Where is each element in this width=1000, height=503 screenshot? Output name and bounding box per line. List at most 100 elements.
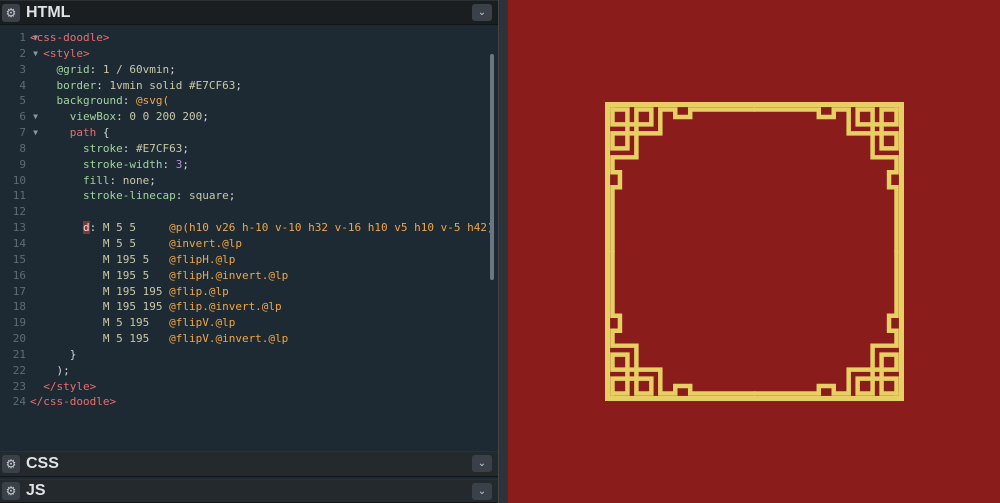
code-token: @flipH.@invert.@lp [169, 268, 289, 282]
chevron-down-icon[interactable]: ⌄ [472, 483, 492, 500]
js-panel-header[interactable]: ⚙ JS ⌄ [0, 479, 498, 503]
code-lines: <css-doodle> <style> @grid: 1 / 60vmin; … [30, 30, 494, 410]
code-token: stroke-linecap [82, 189, 176, 203]
chevron-down-icon[interactable]: ⌄ [472, 4, 492, 21]
code-line: stroke: #E7CF63; [30, 141, 486, 157]
code-token: <css-doodle> [30, 31, 110, 44]
code-line: M 195 195 @flip.@lp [30, 284, 486, 300]
code-line: path { [30, 125, 486, 141]
code-line: <style> [30, 46, 486, 62]
code-line: } [30, 347, 486, 363]
code-token: ; [235, 78, 242, 92]
code-line: d: M 5 5 @p(h10 v26 h-10 v-10 h32 v-16 h… [30, 220, 494, 236]
vertical-scrollbar[interactable] [490, 54, 494, 280]
code-token: 0 0 200 200 [129, 110, 203, 124]
code-token: stroke [82, 141, 123, 155]
code-line: stroke-linecap: square; [30, 188, 486, 204]
code-token: { [96, 126, 110, 140]
chevron-down-icon[interactable]: ⌄ [472, 455, 492, 472]
code-token: @svg( [135, 94, 170, 108]
line-number: 16 [12, 268, 26, 282]
line-number: 17 [12, 284, 26, 298]
line-number: 2 ▼ [19, 46, 38, 60]
line-number: 20 [12, 332, 26, 346]
code-token: stroke-width [82, 157, 163, 171]
code-token: M 5 5 [102, 236, 170, 250]
code-token: ; [149, 173, 156, 187]
ornamental-border-graphic [605, 102, 904, 401]
code-token: : [96, 78, 110, 92]
code-line: ); [30, 363, 486, 379]
code-line: @grid: 1 / 60vmin; [30, 62, 486, 78]
line-number: 6 ▼ [19, 110, 38, 124]
code-line: M 195 195 @flip.@invert.@lp [30, 299, 486, 315]
code-line: M 195 5 @flipH.@lp [30, 252, 486, 268]
code-token: M 5 195 [102, 332, 170, 346]
code-token: @grid [56, 62, 90, 76]
line-number: 7 ▼ [19, 126, 38, 140]
gear-icon[interactable]: ⚙ [2, 482, 20, 500]
code-token: @invert.@lp [169, 236, 242, 250]
code-token: ; [228, 189, 236, 203]
gear-icon[interactable]: ⚙ [2, 3, 20, 22]
code-token: @flip.@lp [169, 284, 229, 298]
css-panel-title: CSS [26, 455, 59, 472]
code-token: : [116, 110, 130, 124]
code-token: : [122, 94, 136, 108]
code-line: border: 1vmin solid #E7CF63; [30, 78, 486, 94]
line-number: 4 [19, 78, 26, 92]
code-token: M 5 5 [102, 221, 170, 235]
code-token: : [162, 157, 176, 171]
html-panel-title: HTML [26, 3, 71, 21]
html-panel-header[interactable]: ⚙ HTML ⌄ [0, 0, 498, 25]
code-token: M 5 195 [102, 316, 170, 330]
code-token: 1vmin solid #E7CF63 [109, 78, 236, 92]
line-number: 5 [19, 94, 26, 108]
line-number: 1 ▼ [19, 31, 38, 44]
preview-pane [508, 0, 1000, 503]
code-line: M 195 5 @flipH.@invert.@lp [30, 268, 486, 284]
code-token: } [69, 347, 77, 361]
code-token: ; [169, 62, 176, 76]
code-token: : [109, 173, 123, 187]
code-token: </style> [43, 379, 97, 393]
line-number: 9 [19, 157, 26, 171]
html-code-editor[interactable]: 1 ▼ 2 ▼ 3 4 5 6 ▼ 7 ▼ 8 9 10 11 12 13 14 15 16 17 18 19 20 21 22 2… [0, 26, 498, 448]
line-number: 21 [12, 347, 26, 361]
gear-icon[interactable]: ⚙ [2, 455, 20, 473]
code-token: @p(h10 v26 h-10 v-10 h32 v-16 h10 v5 h10… [169, 221, 494, 235]
code-line: M 5 195 @flipV.@invert.@lp [30, 331, 486, 347]
code-token: : [122, 141, 136, 155]
code-token: 1 / 60vmin [102, 62, 170, 76]
code-line: M 5 5 @invert.@lp [30, 236, 486, 252]
code-token: @flip.@invert.@lp [169, 300, 282, 314]
code-token: ; [182, 157, 189, 171]
code-line: background: @svg( [30, 93, 486, 109]
code-token: ; [182, 141, 189, 155]
code-line: viewBox: 0 0 200 200; [30, 109, 486, 125]
code-token: M 195 195 [102, 284, 170, 298]
js-panel-title: JS [26, 482, 46, 499]
code-token: : [175, 189, 189, 203]
line-number: 10 [12, 173, 26, 187]
code-token: @flipH.@lp [169, 252, 236, 266]
resize-divider[interactable] [498, 0, 508, 503]
code-token: @flipV.@invert.@lp [169, 332, 289, 346]
outer-border [605, 102, 904, 401]
code-token: border [56, 78, 97, 92]
code-line: </css-doodle> [30, 394, 486, 410]
code-token: none [122, 173, 150, 187]
css-panel-header[interactable]: ⚙ CSS ⌄ [0, 451, 498, 477]
line-number: 12 [12, 205, 26, 219]
line-number: 15 [12, 252, 26, 266]
corner-patterns [610, 107, 899, 396]
line-number: 13 [12, 221, 26, 235]
code-token: : [89, 221, 103, 235]
code-token: </css-doodle> [30, 395, 117, 409]
doodle-frame [605, 102, 904, 401]
line-number: 23 [12, 379, 26, 393]
code-token: square [188, 189, 229, 203]
code-token: <style> [43, 46, 90, 60]
code-token: ); [56, 363, 70, 377]
code-token: viewBox [69, 110, 117, 124]
